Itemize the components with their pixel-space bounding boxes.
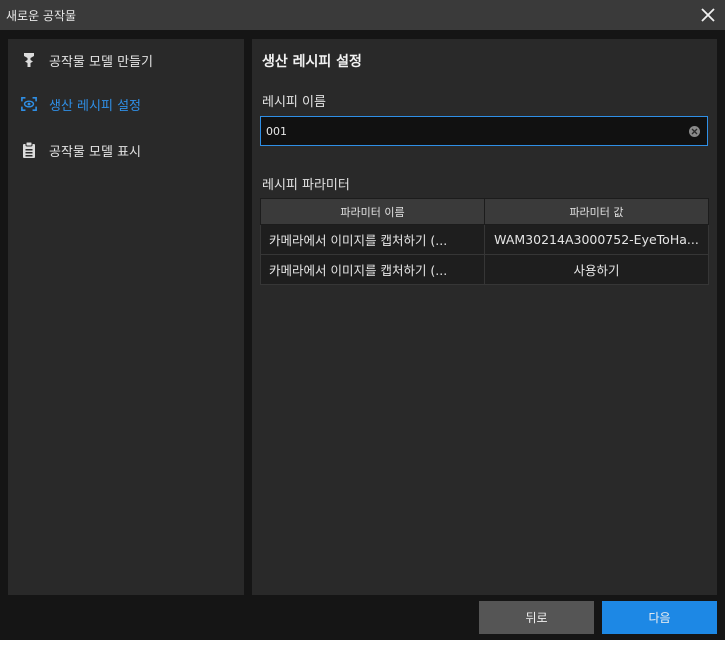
eye-scan-icon — [21, 96, 37, 112]
clipboard-icon — [21, 141, 37, 158]
column-header-param-value[interactable]: 파라미터 값 — [484, 198, 709, 225]
recipe-name-label: 레시피 이름 — [262, 95, 326, 110]
recipe-name-field-container — [260, 116, 708, 146]
sidebar-item-recipe-settings[interactable]: 생산 레시피 설정 — [8, 87, 244, 121]
page-title: 생산 레시피 설정 — [262, 54, 362, 70]
back-button[interactable]: 뒤로 — [479, 601, 594, 634]
clear-input-button[interactable] — [689, 126, 700, 137]
table-header-row: 파라미터 이름 파라미터 값 — [260, 198, 709, 225]
close-icon — [701, 8, 715, 22]
window-title: 새로운 공작물 — [6, 9, 77, 23]
sidebar-item-label: 생산 레시피 설정 — [49, 98, 141, 114]
sidebar-item-show-model[interactable]: 공작물 모델 표시 — [8, 133, 244, 167]
recipe-name-input[interactable] — [266, 117, 676, 145]
param-value-cell[interactable]: 사용하기 — [484, 254, 709, 285]
table-row[interactable]: 카메라에서 이미지를 캡처하기 (... WAM30214A3000752-Ey… — [260, 224, 709, 255]
recipe-settings-panel: 생산 레시피 설정 레시피 이름 레시피 파라미터 파라미터 이름 파라미터 값… — [252, 39, 717, 595]
table-row[interactable]: 카메라에서 이미지를 캡처하기 (... 사용하기 — [260, 254, 709, 285]
new-workpiece-dialog: 새로운 공작물 공작물 모델 만들기 생산 레시피 설정 공작물 모델 표시 생… — [0, 0, 725, 640]
sidebar: 공작물 모델 만들기 생산 레시피 설정 공작물 모델 표시 — [8, 39, 244, 595]
sidebar-item-label: 공작물 모델 만들기 — [49, 54, 153, 70]
param-name-cell[interactable]: 카메라에서 이미지를 캡처하기 (... — [260, 254, 485, 285]
sidebar-item-create-model[interactable]: 공작물 모델 만들기 — [8, 43, 244, 77]
clear-icon — [691, 128, 698, 135]
next-button[interactable]: 다음 — [602, 601, 717, 634]
param-value-cell[interactable]: WAM30214A3000752-EyeToHa... — [484, 224, 709, 255]
close-button[interactable] — [691, 0, 725, 30]
recipe-params-table: 파라미터 이름 파라미터 값 카메라에서 이미지를 캡처하기 (... WAM3… — [260, 198, 709, 285]
column-header-param-name[interactable]: 파라미터 이름 — [260, 198, 485, 225]
recipe-params-label: 레시피 파라미터 — [262, 178, 350, 193]
title-bar: 새로운 공작물 — [0, 0, 725, 30]
wrench-icon — [21, 52, 37, 68]
param-name-cell[interactable]: 카메라에서 이미지를 캡처하기 (... — [260, 224, 485, 255]
sidebar-item-label: 공작물 모델 표시 — [49, 144, 141, 160]
